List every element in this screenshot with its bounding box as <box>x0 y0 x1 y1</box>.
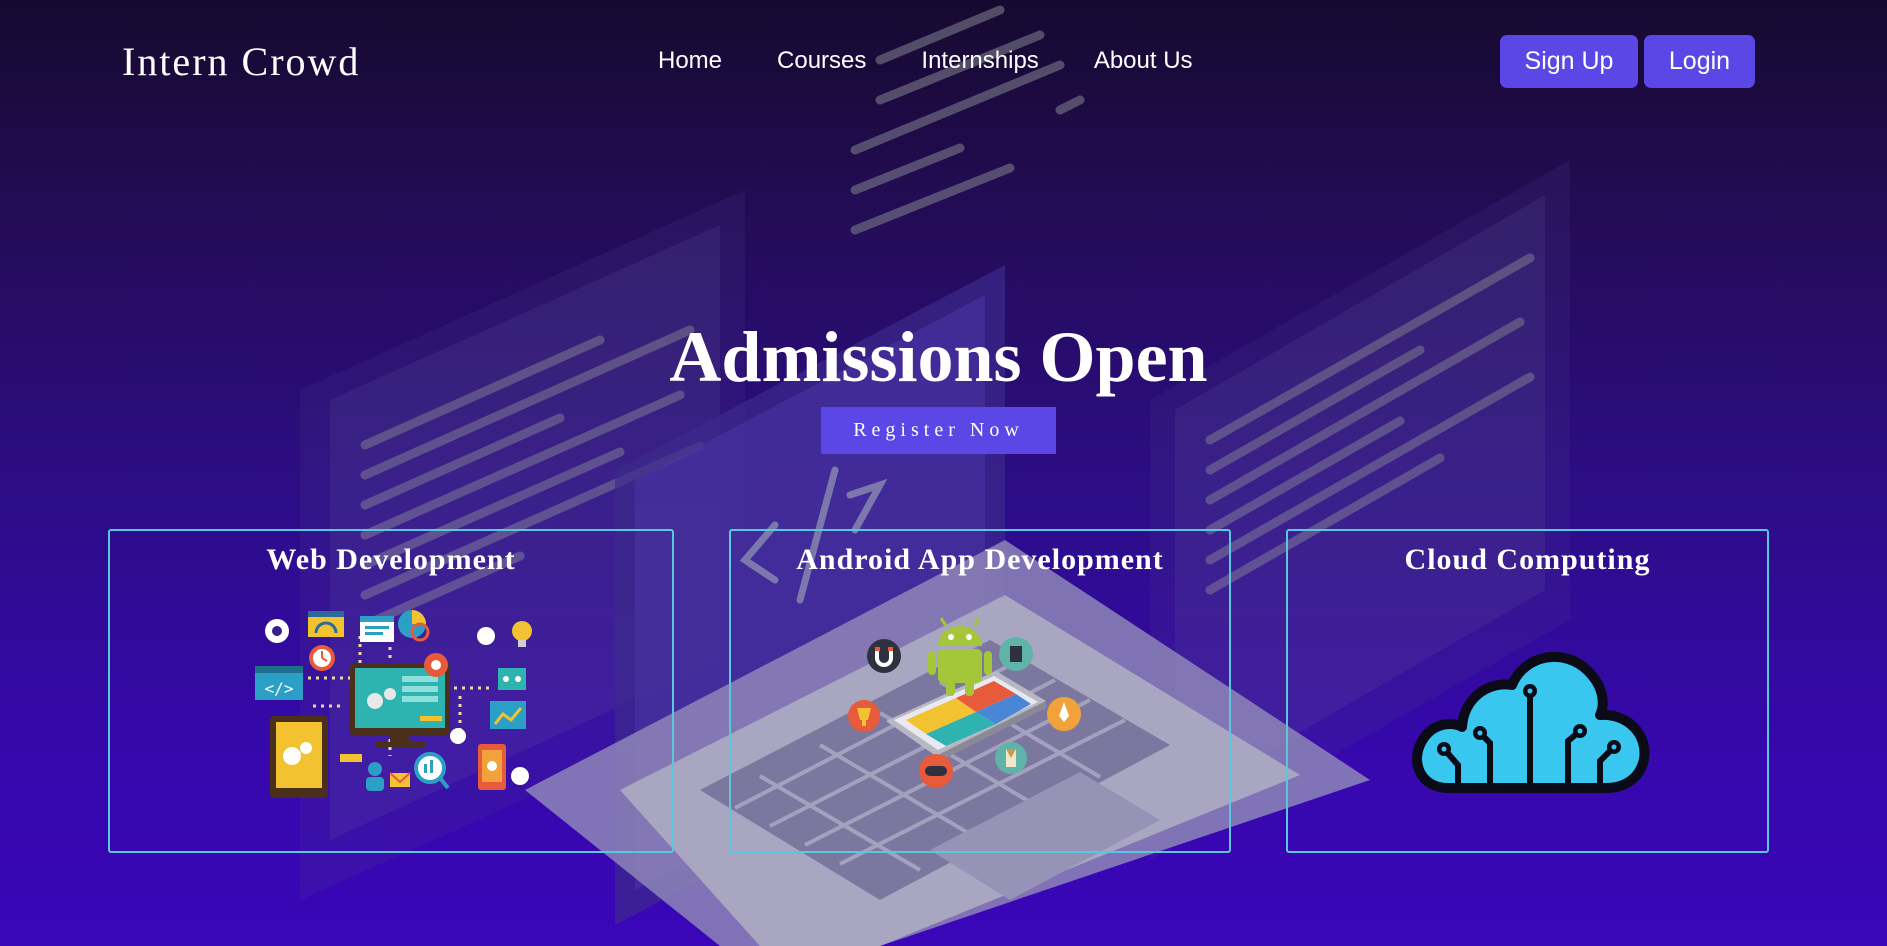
top-code-strips <box>850 5 1085 235</box>
register-now-button[interactable]: Register Now <box>821 407 1056 454</box>
cloud-computing-icon <box>1412 652 1650 793</box>
android-app-illustration <box>848 617 1081 788</box>
course-card-android-app-development[interactable]: Android App Development <box>729 529 1231 853</box>
sign-up-button[interactable]: Sign Up <box>1500 35 1638 88</box>
hero-title: Admissions Open <box>669 317 1208 397</box>
card-title: Android App Development <box>796 543 1164 576</box>
course-card-cloud-computing[interactable]: Cloud Computing <box>1286 529 1769 853</box>
card-title: Cloud Computing <box>1404 543 1651 576</box>
svg-text:</>: </> <box>265 679 294 698</box>
nav-courses-link[interactable]: Courses <box>777 47 866 75</box>
nav-internships-link[interactable]: Internships <box>921 47 1038 75</box>
course-card-web-development[interactable]: Web Development </> <box>108 529 674 853</box>
nav-home-link[interactable]: Home <box>658 47 722 75</box>
card-title: Web Development <box>266 543 516 576</box>
web-development-illustration: </> <box>255 610 532 798</box>
main-nav: Home Courses Internships About Us <box>658 47 1193 75</box>
brand-logo[interactable]: Intern Crowd <box>122 38 360 85</box>
login-button[interactable]: Login <box>1644 35 1755 88</box>
nav-about-us-link[interactable]: About Us <box>1094 47 1193 75</box>
